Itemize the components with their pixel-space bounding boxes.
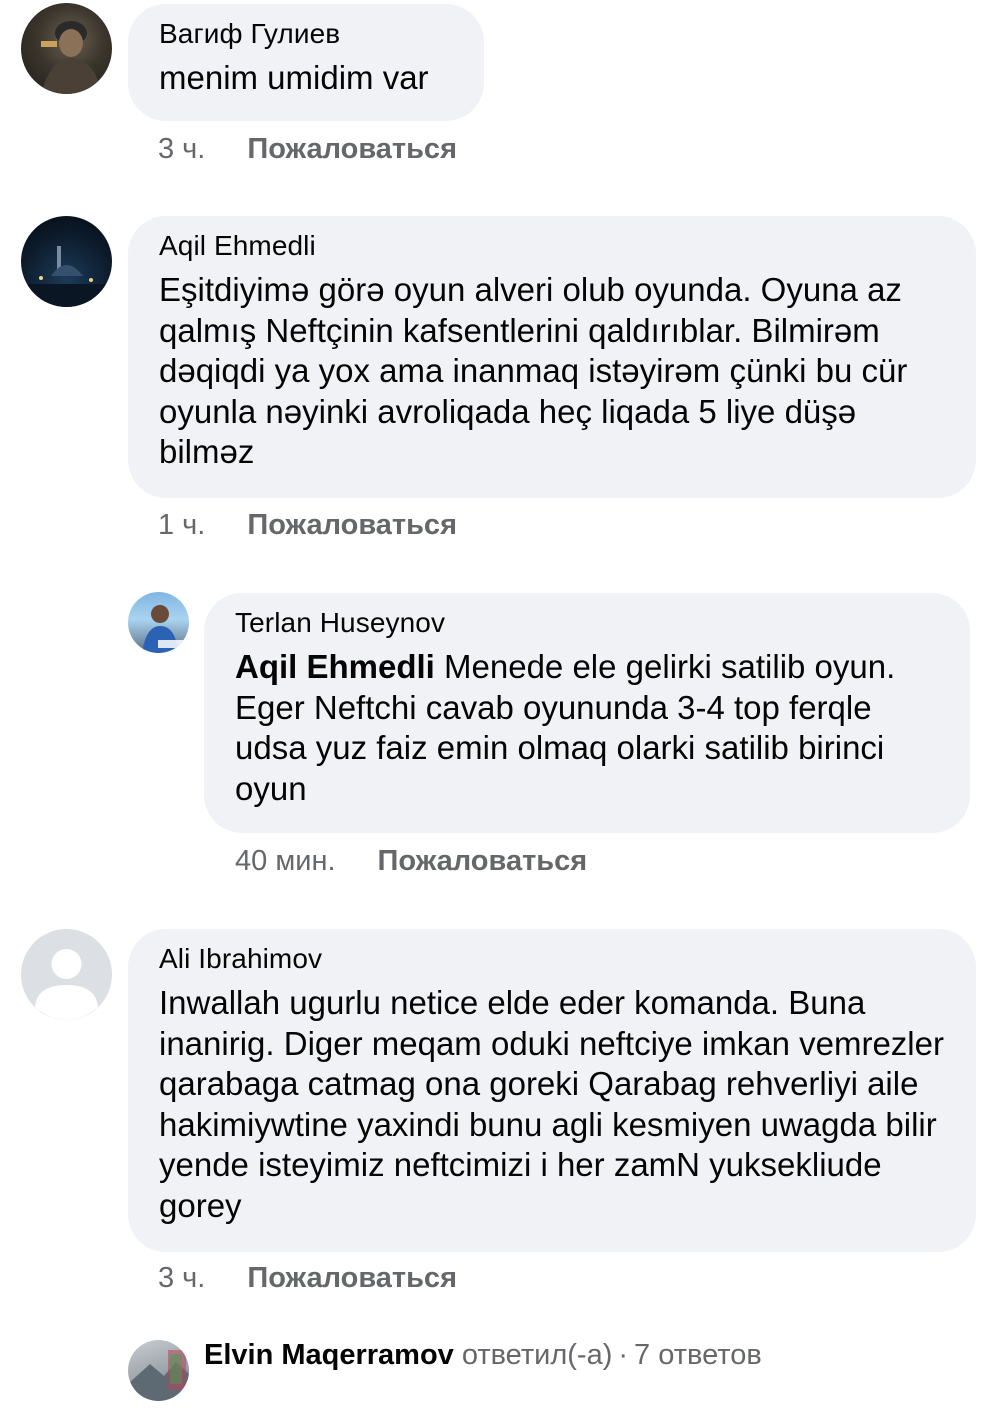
comment-time[interactable]: 3 ч.	[158, 133, 205, 165]
comment-bubble: Terlan Huseynov Aqil Ehmedli Menede ele …	[204, 593, 970, 833]
comment-bubble: Aqil Ehmedli Eşitdiyimə görə oyun alveri…	[128, 216, 976, 498]
report-button[interactable]: Пожаловаться	[247, 509, 457, 541]
avatar[interactable]	[21, 3, 112, 94]
reply-author[interactable]: Elvin Maqerramov	[204, 1338, 454, 1372]
comment-author[interactable]: Terlan Huseynov	[235, 607, 940, 639]
comment-time[interactable]: 1 ч.	[158, 509, 205, 541]
report-button[interactable]: Пожаловаться	[378, 845, 588, 877]
comment-meta: 40 мин. Пожаловаться	[235, 845, 587, 877]
view-replies-link[interactable]: Elvin Maqerramov ответил(-а) · 7 ответов	[128, 1338, 762, 1372]
comment-author[interactable]: Ali Ibrahimov	[159, 943, 946, 975]
comment-time[interactable]: 40 мин.	[235, 845, 336, 877]
comment-meta: 3 ч. Пожаловаться	[158, 133, 457, 165]
reply-action: ответил(-а)	[461, 1339, 613, 1371]
comment-text: Aqil Ehmedli Menede ele gelirki satilib …	[235, 647, 940, 809]
avatar-photo	[21, 246, 112, 307]
comment-bubble: Ali Ibrahimov Inwallah ugurlu netice eld…	[128, 929, 976, 1252]
replies-count[interactable]: 7 ответов	[634, 1338, 762, 1372]
comment-time[interactable]: 3 ч.	[158, 1262, 205, 1294]
comment-text: Inwallah ugurlu netice elde eder komanda…	[159, 984, 944, 1224]
report-button[interactable]: Пожаловаться	[247, 133, 457, 165]
separator-dot: ·	[618, 1339, 629, 1371]
comment-bubble: Вагиф Гулиев menim umidim var	[128, 4, 484, 121]
default-avatar-icon[interactable]	[21, 929, 112, 1020]
mention-link[interactable]: Aqil Ehmedli	[235, 648, 435, 685]
comment-author[interactable]: Aqil Ehmedli	[159, 230, 946, 262]
avatar[interactable]	[21, 216, 112, 307]
comment-text: Eşitdiyimə görə oyun alveri olub oyunda.…	[159, 271, 908, 470]
report-button[interactable]: Пожаловаться	[247, 1262, 457, 1294]
avatar-photo	[142, 605, 184, 653]
comment-text: menim umidim var	[159, 59, 429, 96]
comment-meta: 1 ч. Пожаловаться	[158, 509, 457, 541]
comment-author[interactable]: Вагиф Гулиев	[159, 18, 454, 50]
avatar[interactable]	[128, 592, 189, 653]
avatar-photo	[41, 21, 103, 94]
comment-meta: 3 ч. Пожаловаться	[158, 1262, 457, 1294]
